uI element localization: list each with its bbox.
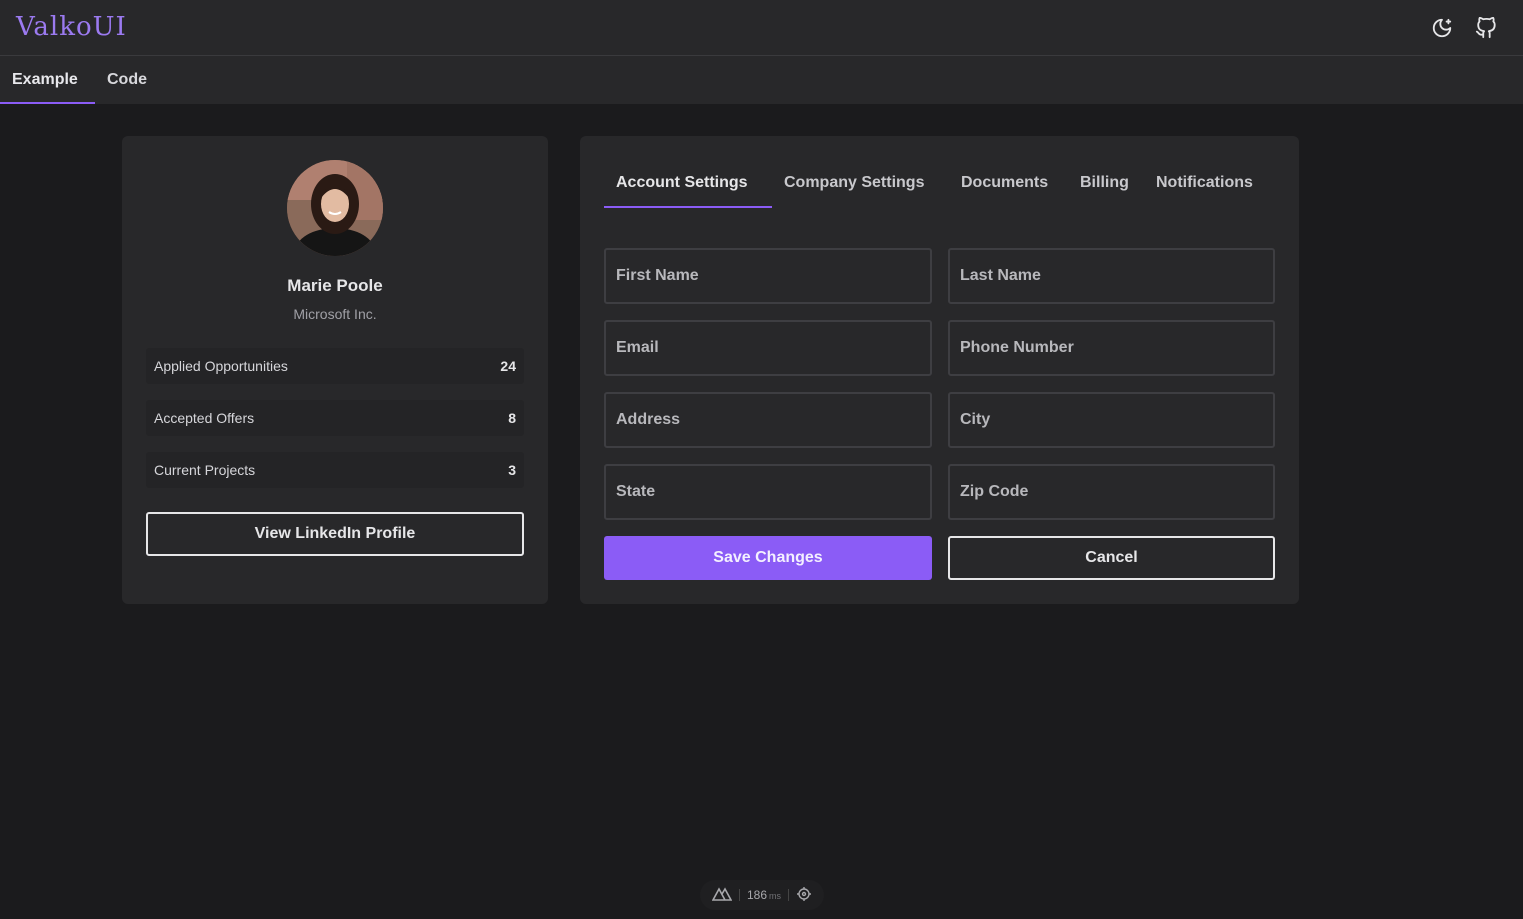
dev-toolbar: 186 ms	[700, 880, 824, 910]
top-bar: ValkoUI	[0, 0, 1523, 56]
divider	[788, 889, 790, 901]
stat-row: Current Projects 3	[146, 452, 524, 488]
state-field[interactable]	[604, 464, 932, 520]
stat-label: Applied Opportunities	[154, 358, 288, 374]
tab-notifications[interactable]: Notifications	[1156, 174, 1253, 192]
stat-value: 3	[508, 462, 516, 478]
nuxt-icon[interactable]	[711, 886, 732, 904]
example-code-tabs: Example Code	[0, 56, 1523, 104]
save-changes-button[interactable]: Save Changes	[604, 536, 932, 580]
settings-card: Account Settings Company Settings Docume…	[580, 136, 1299, 604]
view-linkedin-button[interactable]: View LinkedIn Profile	[146, 512, 524, 556]
active-tab-indicator	[604, 206, 772, 208]
divider	[738, 889, 740, 901]
tab-account-settings[interactable]: Account Settings	[616, 174, 748, 192]
active-tab-indicator	[0, 102, 95, 104]
email-field[interactable]	[604, 320, 932, 376]
stat-value: 24	[500, 358, 516, 374]
stat-row: Accepted Offers 8	[146, 400, 524, 436]
tab-billing[interactable]: Billing	[1080, 174, 1129, 192]
address-field[interactable]	[604, 392, 932, 448]
phone-field[interactable]	[948, 320, 1275, 376]
target-icon[interactable]	[796, 886, 812, 905]
cancel-button[interactable]: Cancel	[948, 536, 1275, 580]
first-name-field[interactable]	[604, 248, 932, 304]
tab-company-settings[interactable]: Company Settings	[784, 174, 924, 192]
city-field[interactable]	[948, 392, 1275, 448]
profile-name: Marie Poole	[287, 276, 383, 295]
stat-row: Applied Opportunities 24	[146, 348, 524, 384]
stat-label: Current Projects	[154, 462, 256, 478]
stat-label: Accepted Offers	[154, 410, 255, 426]
tab-code[interactable]: Code	[107, 56, 147, 104]
brand-logo[interactable]: ValkoUI	[16, 12, 127, 42]
zip-code-field[interactable]	[948, 464, 1275, 520]
tab-example[interactable]: Example	[12, 56, 78, 104]
profile-company: Microsoft Inc.	[293, 306, 377, 322]
github-icon[interactable]	[1474, 16, 1498, 40]
render-time: 186 ms	[746, 888, 781, 902]
tab-documents[interactable]: Documents	[961, 174, 1048, 192]
profile-card: Marie Poole Microsoft Inc. Applied Oppor…	[122, 136, 548, 604]
avatar	[287, 160, 383, 256]
moon-icon[interactable]	[1430, 16, 1454, 40]
stat-value: 8	[508, 410, 516, 426]
last-name-field[interactable]	[948, 248, 1275, 304]
